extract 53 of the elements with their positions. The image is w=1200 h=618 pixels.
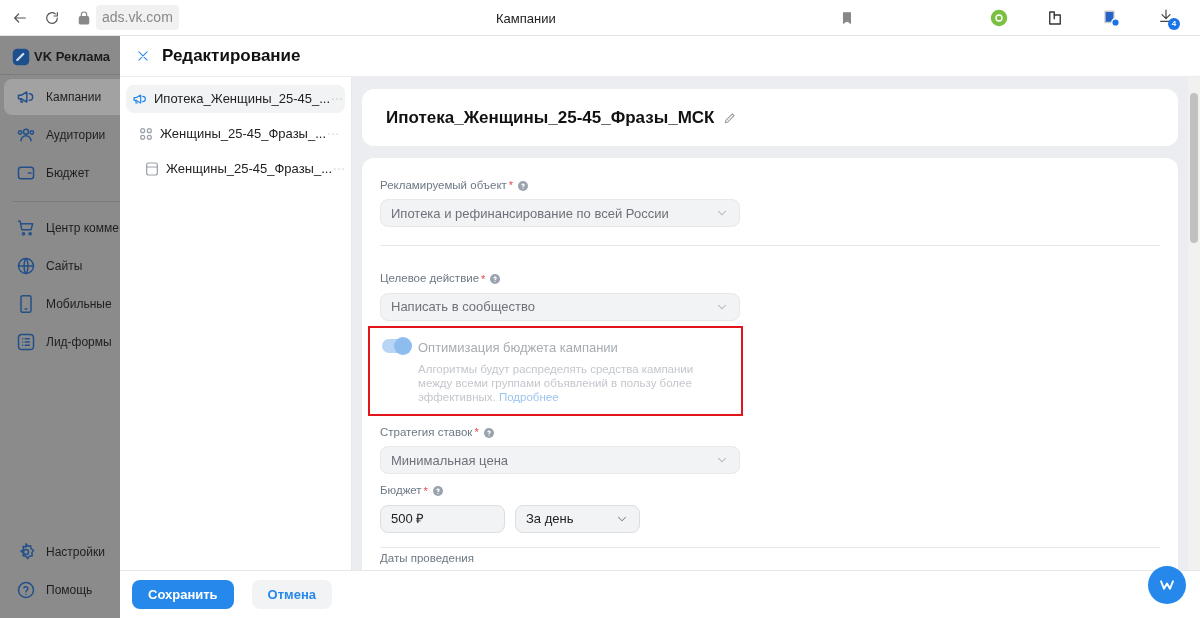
field-label: Бюджет (380, 483, 422, 499)
required-mark: * (474, 425, 479, 441)
field-label: Рекламируемый объект (380, 178, 507, 193)
tree-item-label: Женщины_25-45_Фразы_... (160, 125, 326, 144)
image-file-icon[interactable] (1102, 8, 1120, 27)
scrollbar-thumb[interactable] (1190, 93, 1198, 243)
reload-icon[interactable] (44, 9, 60, 26)
wallet-icon (16, 163, 36, 183)
select-field[interactable]: Написать в сообщество (380, 292, 740, 321)
grid-icon (138, 126, 154, 142)
help-icon[interactable] (489, 272, 502, 285)
tab-title: Кампании (496, 10, 556, 28)
section-heading: Даты проведения (380, 550, 475, 566)
sidebar-item[interactable]: Кампании (4, 79, 120, 115)
cancel-button[interactable]: Отмена (251, 580, 333, 609)
toggle-description: Алгоритмы будут распределять средства кампании между всеми группами объявлений в пользу более эффективных. Подробнее (418, 362, 695, 404)
panel-title: Редактирование (162, 45, 301, 68)
help-icon[interactable] (517, 179, 530, 192)
select-field[interactable]: Минимальная цена (380, 446, 740, 475)
tree-item[interactable]: Женщины_25-45_Фразы_... (126, 120, 345, 148)
tree-item-label: Ипотека_Женщины_25-45_... (154, 90, 331, 109)
address-field[interactable]: ads.vk.com (96, 5, 179, 30)
toggle-title: Оптимизация бюджета кампании (418, 338, 619, 357)
logo-text: VK Реклама (34, 48, 111, 67)
field-label: Стратегия ставок (380, 425, 473, 440)
bookmark-icon[interactable] (840, 9, 854, 26)
close-icon[interactable] (136, 49, 150, 63)
card-icon (144, 161, 160, 177)
amount-field[interactable]: 500 ₽ (380, 504, 505, 533)
campaign-name: Ипотека_Женщины_25-45_Фразы_МСК (386, 106, 715, 129)
tree-item-label: Женщины_25-45_Фразы_... (166, 160, 332, 179)
save-button[interactable]: Сохранить (132, 580, 234, 609)
list-icon (16, 332, 36, 352)
help-icon[interactable] (431, 484, 444, 497)
tree-item[interactable]: Ипотека_Женщины_25-45_... (126, 85, 345, 113)
download-icon[interactable] (1158, 7, 1174, 24)
required-mark: * (508, 178, 514, 194)
lock-icon (76, 9, 92, 26)
select-field[interactable]: Ипотека и рефинансирование по всей России (380, 199, 740, 228)
pencil-icon[interactable] (722, 110, 737, 125)
required-mark: * (423, 483, 428, 499)
download-count-badge: 4 (1168, 17, 1180, 30)
tree-item[interactable]: Женщины_25-45_Фразы_... (126, 155, 345, 183)
megaphone-icon (132, 91, 148, 107)
logo-icon (12, 48, 30, 66)
field-label: Целевое действие (380, 271, 480, 287)
cart-icon (16, 218, 36, 238)
help-icon[interactable] (482, 426, 495, 439)
help-icon (16, 580, 36, 600)
globe-icon (16, 256, 36, 276)
chat-button[interactable] (1148, 566, 1186, 604)
period-select[interactable]: За день (515, 504, 640, 533)
required-mark: * (481, 271, 486, 287)
